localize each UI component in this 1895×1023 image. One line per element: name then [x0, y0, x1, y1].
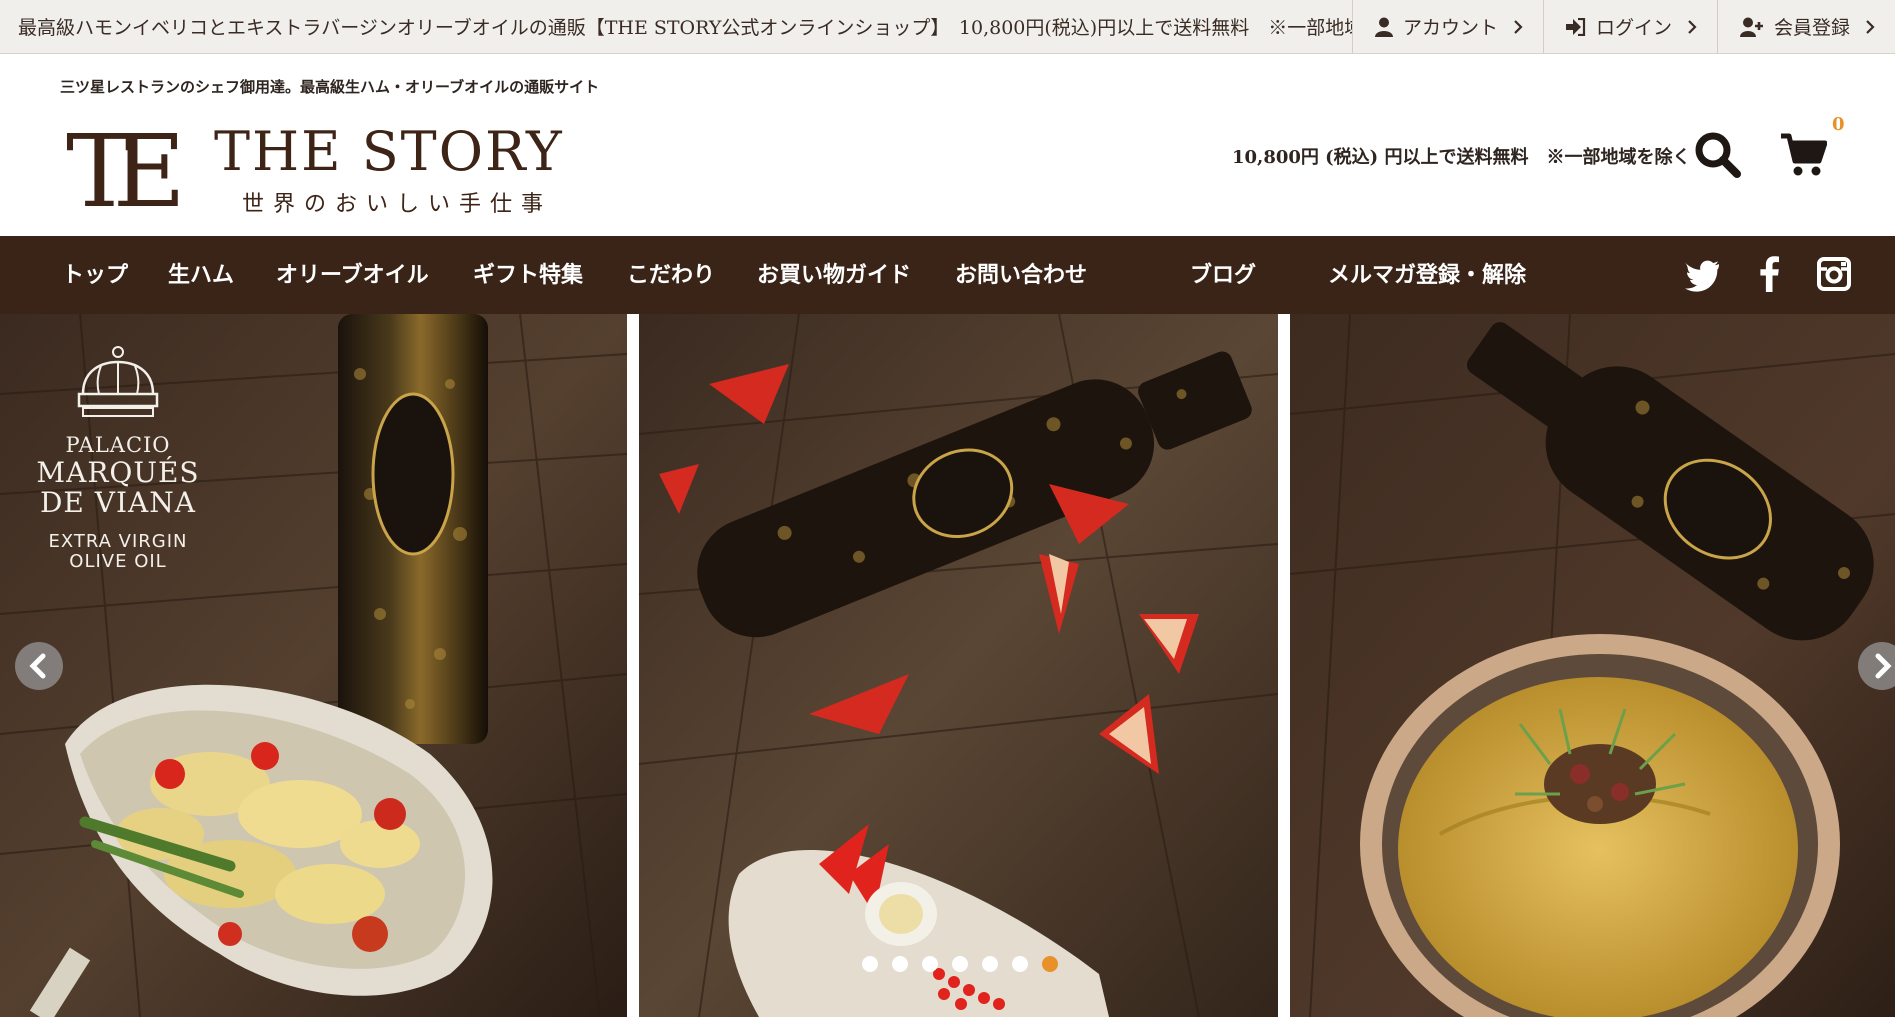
nav-item-shopping-guide[interactable]: お買い物ガイド	[757, 236, 911, 314]
chevron-right-icon	[1866, 19, 1875, 34]
nav-item-olive-oil[interactable]: オリーブオイル	[276, 236, 429, 314]
slider-next-button[interactable]	[1858, 642, 1895, 690]
register-label: 会員登録	[1773, 17, 1850, 39]
twitter-icon[interactable]	[1684, 256, 1721, 292]
chevron-left-icon	[29, 653, 46, 679]
facebook-icon[interactable]	[1752, 256, 1788, 292]
account-link[interactable]: アカウント	[1351, 0, 1543, 53]
crown-icon	[77, 346, 159, 417]
cart-count-badge: 0	[1832, 114, 1845, 135]
main-navigation: トップ 生ハム オリーブオイル ギフト特集 こだわり お買い物ガイド お問い合わ…	[0, 236, 1895, 314]
slide-soup[interactable]	[1290, 314, 1895, 1017]
logo-mark: TE	[66, 113, 186, 230]
register-link[interactable]: 会員登録	[1716, 0, 1895, 53]
nav-item-commitment[interactable]: こだわり	[627, 236, 715, 314]
user-icon	[1374, 17, 1393, 37]
nav-item-gift[interactable]: ギフト特集	[473, 236, 583, 314]
site-logo[interactable]: TE THE STORY 世界のおいしい手仕事	[66, 113, 562, 230]
login-label: ログイン	[1595, 17, 1672, 39]
slider-dot[interactable]	[862, 956, 878, 972]
sign-in-icon	[1565, 17, 1586, 36]
instagram-icon[interactable]	[1816, 256, 1852, 292]
brand-sub-1: EXTRA VIRGIN	[48, 531, 188, 552]
announcement-text: 最高級ハモンイベリコとエキストラバージンオリーブオイルの通販【THE STORY…	[18, 17, 1352, 39]
chevron-right-icon	[1688, 19, 1697, 34]
account-label: アカウント	[1402, 17, 1498, 39]
slider-dot[interactable]	[952, 956, 968, 972]
logo-subtitle: 世界のおいしい手仕事	[242, 192, 553, 217]
hero-slider: PALACIO MARQUÉS DE VIANA EXTRA VIRGIN OL…	[0, 314, 1895, 1023]
slider-dot[interactable]	[1042, 956, 1058, 972]
nav-item-blog[interactable]: ブログ	[1190, 236, 1256, 314]
nav-item-newsletter[interactable]: メルマガ登録・解除	[1328, 236, 1526, 314]
nav-item-top[interactable]: トップ	[62, 236, 128, 314]
brand-sub-2: OLIVE OIL	[69, 551, 167, 572]
search-button[interactable]	[1694, 131, 1742, 179]
brand-line-2: MARQUÉS	[36, 456, 200, 489]
brand-line-3: DE VIANA	[39, 486, 196, 519]
chevron-right-icon	[1514, 19, 1523, 34]
user-plus-icon	[1739, 17, 1764, 37]
slider-pagination	[862, 956, 1058, 972]
slider-dot[interactable]	[1012, 956, 1028, 972]
nav-item-contact[interactable]: お問い合わせ	[955, 236, 1087, 314]
site-tagline: 三ツ星レストランのシェフ御用達。最高級生ハム・オリーブオイルの通販サイト	[60, 78, 600, 96]
account-links: アカウント ログイン 会員登録	[1351, 0, 1895, 53]
shipping-notice: 10,800円 (税込) 円以上で送料無料 ※一部地域を除く	[1232, 147, 1691, 168]
slider-dot[interactable]	[922, 956, 938, 972]
slide-strawberry-dessert[interactable]	[639, 314, 1278, 1017]
chevron-right-icon	[1875, 653, 1892, 679]
slide-pasta-olive-oil[interactable]: PALACIO MARQUÉS DE VIANA EXTRA VIRGIN OL…	[0, 314, 627, 1017]
top-announcement-bar: 最高級ハモンイベリコとエキストラバージンオリーブオイルの通販【THE STORY…	[0, 0, 1895, 54]
logo-title: THE STORY	[214, 120, 564, 183]
brand-line-1: PALACIO	[65, 433, 171, 457]
slider-dot[interactable]	[892, 956, 908, 972]
cart-icon	[1781, 133, 1828, 176]
nav-item-ham[interactable]: 生ハム	[168, 236, 234, 314]
login-link[interactable]: ログイン	[1542, 0, 1717, 53]
brand-logo-palacio: PALACIO MARQUÉS DE VIANA EXTRA VIRGIN OL…	[28, 344, 208, 572]
slider-dot[interactable]	[982, 956, 998, 972]
slider-prev-button[interactable]	[15, 642, 63, 690]
search-icon	[1695, 132, 1741, 178]
cart-button[interactable]	[1781, 133, 1828, 177]
